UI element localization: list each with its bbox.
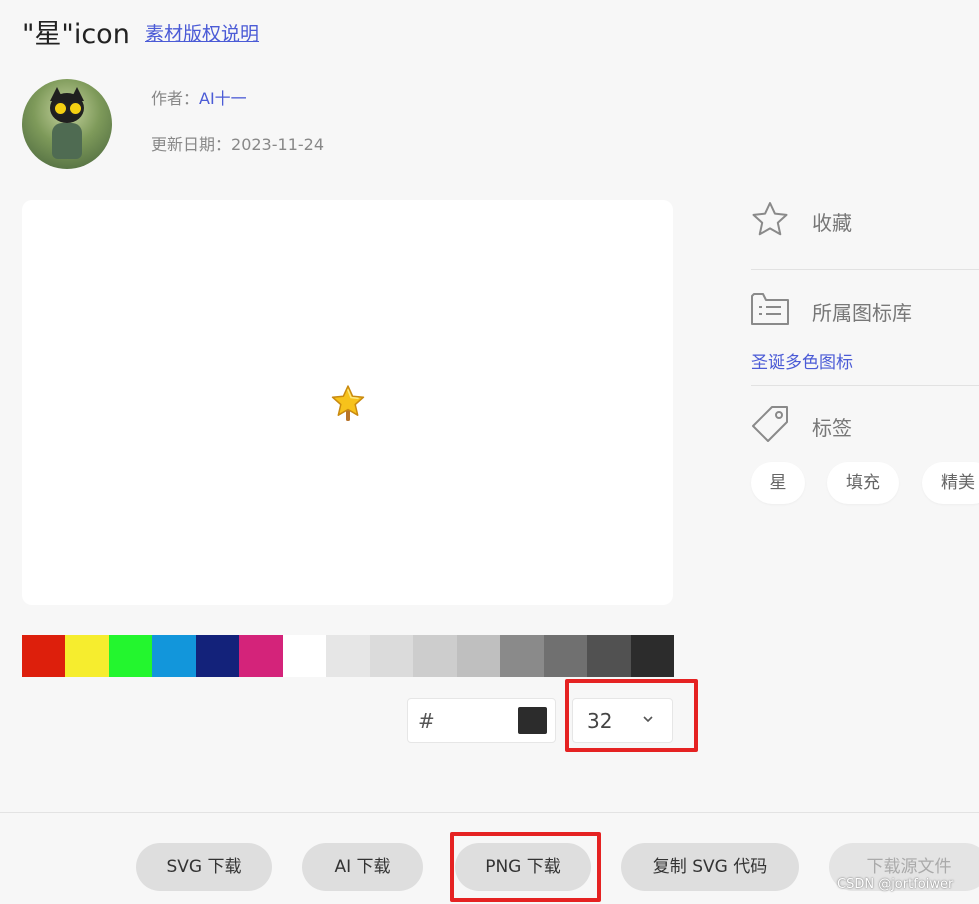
- folder-list-icon: [751, 293, 789, 325]
- color-swatch[interactable]: [587, 635, 631, 677]
- color-swatch[interactable]: [456, 635, 501, 677]
- avatar-eye: [68, 101, 83, 116]
- page-title: "星"icon: [22, 19, 130, 50]
- author-link[interactable]: AI十一: [199, 89, 247, 108]
- tag-icon: [752, 406, 788, 442]
- color-swatch[interactable]: [152, 635, 196, 677]
- tag-chip[interactable]: 填充: [827, 462, 899, 504]
- library-label: 所属图标库: [812, 301, 912, 325]
- favorite-label[interactable]: 收藏: [812, 207, 852, 236]
- color-swatch[interactable]: [369, 635, 414, 677]
- library-link[interactable]: 圣诞多色图标: [751, 348, 853, 373]
- tag-chip[interactable]: 星: [751, 462, 805, 504]
- color-swatch[interactable]: [500, 635, 544, 677]
- watermark: CSDN @jortfoiwer: [837, 877, 954, 892]
- star-outline-icon[interactable]: [750, 200, 790, 240]
- color-palette: [22, 635, 675, 677]
- date-value: 2023-11-24: [231, 135, 324, 154]
- author-label: 作者：: [151, 89, 200, 108]
- author-row: 作者：AI十一: [151, 85, 247, 109]
- author-avatar[interactable]: [22, 79, 112, 169]
- divider: [751, 269, 979, 270]
- annotation-box-size: [565, 679, 698, 752]
- color-swatch[interactable]: [195, 635, 240, 677]
- tag-chip[interactable]: 精美: [922, 462, 979, 504]
- star-icon: [331, 385, 365, 421]
- color-swatch[interactable]: [239, 635, 283, 677]
- color-swatch[interactable]: [22, 635, 66, 677]
- hex-color-input[interactable]: #: [407, 698, 556, 743]
- color-swatch[interactable]: [108, 635, 153, 677]
- avatar-body: [52, 123, 82, 159]
- color-swatch[interactable]: [630, 635, 675, 677]
- tags-label: 标签: [812, 416, 852, 440]
- date-label: 更新日期：: [151, 135, 232, 154]
- avatar-eye: [53, 101, 68, 116]
- ai-download-button[interactable]: AI 下载: [302, 843, 423, 891]
- color-swatch[interactable]: [543, 635, 588, 677]
- color-swatch[interactable]: [282, 635, 327, 677]
- hex-prefix: #: [418, 709, 435, 733]
- current-color-swatch[interactable]: [518, 707, 547, 734]
- icon-preview-panel: [22, 200, 673, 605]
- copyright-link[interactable]: 素材版权说明: [145, 19, 259, 46]
- color-swatch[interactable]: [326, 635, 370, 677]
- copy-svg-code-button[interactable]: 复制 SVG 代码: [621, 843, 799, 891]
- footer-divider: [0, 812, 979, 813]
- divider: [751, 385, 979, 386]
- svg-download-button[interactable]: SVG 下载: [136, 843, 272, 891]
- color-swatch[interactable]: [413, 635, 457, 677]
- update-date-row: 更新日期：2023-11-24: [151, 131, 324, 155]
- annotation-box-png: [450, 832, 601, 902]
- color-swatch[interactable]: [65, 635, 109, 677]
